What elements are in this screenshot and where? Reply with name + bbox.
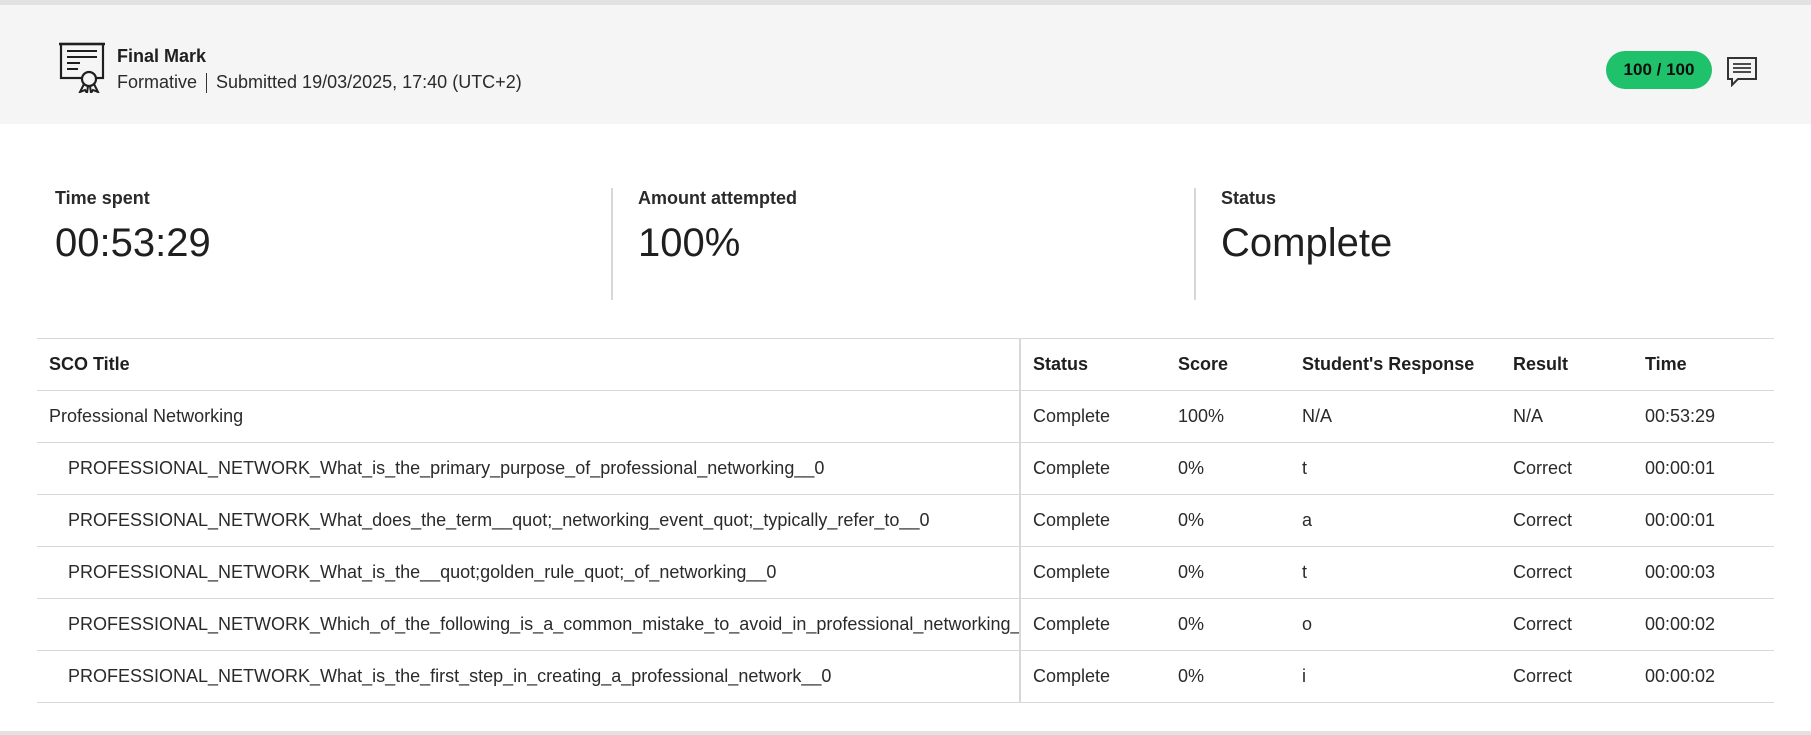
time-spent-label: Time spent: [55, 188, 150, 208]
score-cell: 0%: [1166, 546, 1290, 599]
submitted-date: Submitted 19/03/2025, 17:40 (UTC+2): [216, 72, 522, 92]
column-header-status: Status: [1020, 338, 1166, 391]
table-row: PROFESSIONAL_NETWORK_What_is_the_primary…: [37, 442, 1774, 495]
result-cell: Correct: [1501, 442, 1633, 495]
sco-title-cell: PROFESSIONAL_NETWORK_What_is_the_first_s…: [37, 650, 1021, 703]
status-value: Complete: [1221, 221, 1393, 265]
status-cell: Complete: [1020, 442, 1166, 495]
bottom-border: [0, 731, 1811, 735]
column-header-response: Student's Response: [1290, 338, 1501, 391]
table-row: PROFESSIONAL_NETWORK_What_is_the_first_s…: [37, 650, 1774, 703]
separator: [206, 72, 208, 93]
time-cell: 00:53:29: [1633, 390, 1774, 443]
summary-panel: Time spent 00:53:29 Amount attempted 100…: [0, 124, 1811, 338]
response-cell: i: [1290, 650, 1501, 703]
sco-title-cell: PROFESSIONAL_NETWORK_What_is_the__quot;g…: [37, 546, 1021, 599]
time-cell: 00:00:01: [1633, 442, 1774, 495]
time-spent-value: 00:53:29: [55, 221, 211, 265]
response-cell: o: [1290, 598, 1501, 651]
score-cell: 0%: [1166, 650, 1290, 703]
response-cell: a: [1290, 494, 1501, 547]
score-cell: 100%: [1166, 390, 1290, 443]
score-cell: 0%: [1166, 598, 1290, 651]
time-cell: 00:00:01: [1633, 494, 1774, 547]
time-spent-stat: Time spent 00:53:29: [55, 188, 211, 266]
status-cell: Complete: [1020, 546, 1166, 599]
amount-attempted-label: Amount attempted: [638, 188, 797, 208]
score-cell: 0%: [1166, 442, 1290, 495]
divider: [1194, 188, 1196, 300]
assessment-type: Formative: [117, 72, 198, 92]
table-row: Professional Networking Complete 100% N/…: [37, 390, 1774, 443]
status-cell: Complete: [1020, 390, 1166, 443]
table-row: PROFESSIONAL_NETWORK_What_does_the_term_…: [37, 494, 1774, 547]
amount-attempted-value: 100%: [638, 221, 741, 265]
table-row: PROFESSIONAL_NETWORK_What_is_the__quot;g…: [37, 546, 1774, 599]
final-mark-header: Final Mark Formative Submitted 19/03/202…: [0, 5, 1811, 124]
sco-title-cell: PROFESSIONAL_NETWORK_Which_of_the_follow…: [37, 598, 1021, 651]
response-cell: t: [1290, 442, 1501, 495]
comment-icon[interactable]: [1726, 55, 1758, 87]
result-cell: N/A: [1501, 390, 1633, 443]
status-cell: Complete: [1020, 598, 1166, 651]
status-cell: Complete: [1020, 494, 1166, 547]
amount-attempted-stat: Amount attempted 100%: [638, 188, 797, 266]
sco-title-cell: PROFESSIONAL_NETWORK_What_does_the_term_…: [37, 494, 1021, 547]
page-title: Final Mark: [117, 46, 207, 66]
response-cell: t: [1290, 546, 1501, 599]
time-cell: 00:00:02: [1633, 598, 1774, 651]
column-header-score: Score: [1166, 338, 1290, 391]
sco-table: SCO Title Status Score Student's Respons…: [37, 338, 1774, 703]
result-cell: Correct: [1501, 494, 1633, 547]
sco-title-cell: Professional Networking: [37, 390, 1021, 443]
column-header-result: Result: [1501, 338, 1633, 391]
response-cell: N/A: [1290, 390, 1501, 443]
score-badge: 100 / 100: [1606, 51, 1712, 89]
submission-info: Formative Submitted 19/03/2025, 17:40 (U…: [117, 72, 522, 93]
result-cell: Correct: [1501, 650, 1633, 703]
status-label: Status: [1221, 188, 1277, 208]
time-cell: 00:00:03: [1633, 546, 1774, 599]
column-header-sco-title: SCO Title: [37, 338, 1021, 391]
status-cell: Complete: [1020, 650, 1166, 703]
score-cell: 0%: [1166, 494, 1290, 547]
result-cell: Correct: [1501, 598, 1633, 651]
status-stat: Status Complete: [1221, 188, 1392, 266]
divider: [611, 188, 613, 300]
certificate-icon: [59, 42, 105, 93]
sco-title-cell: PROFESSIONAL_NETWORK_What_is_the_primary…: [37, 442, 1021, 495]
time-cell: 00:00:02: [1633, 650, 1774, 703]
table-row: PROFESSIONAL_NETWORK_Which_of_the_follow…: [37, 598, 1774, 651]
column-header-time: Time: [1633, 338, 1774, 391]
table-header-row: SCO Title Status Score Student's Respons…: [37, 338, 1774, 391]
result-cell: Correct: [1501, 546, 1633, 599]
